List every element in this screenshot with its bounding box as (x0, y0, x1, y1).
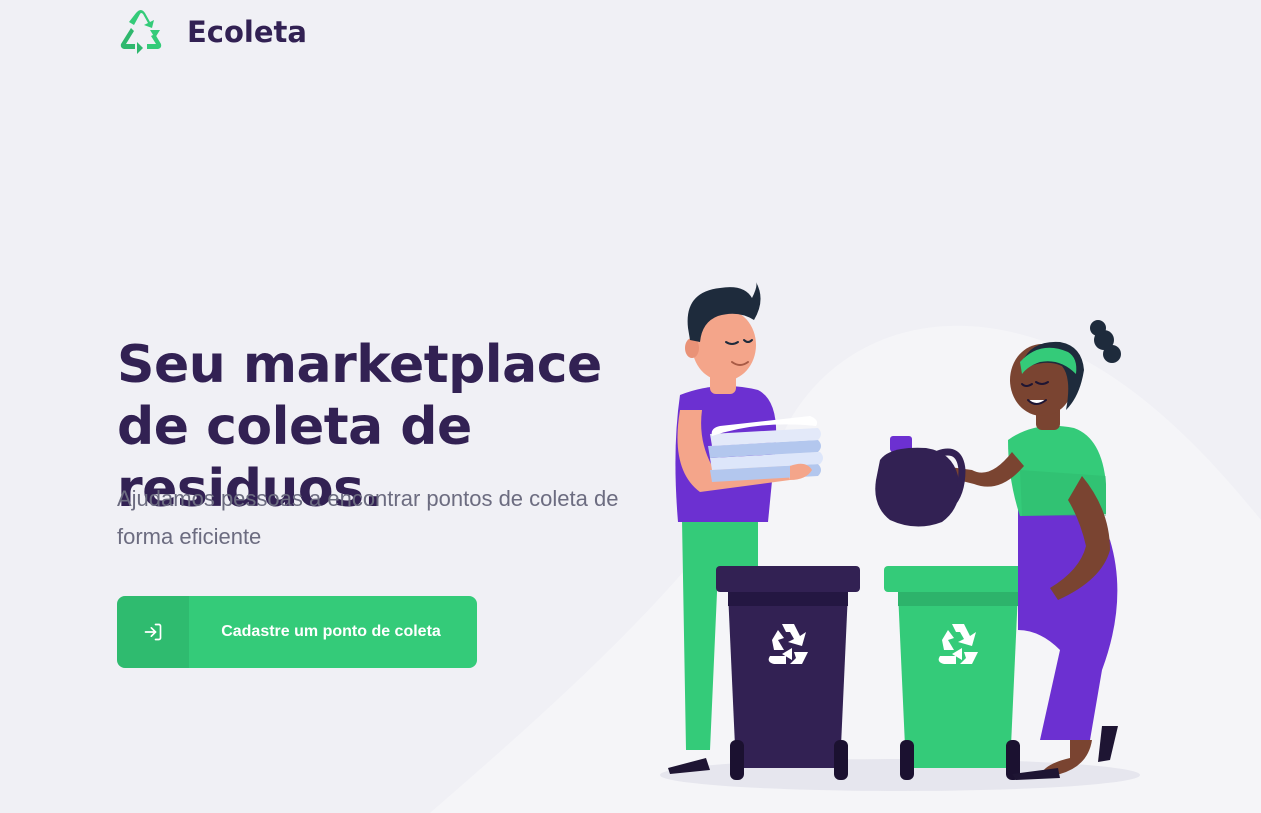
site-header: Ecoleta (117, 8, 307, 56)
register-collection-point-button[interactable]: Cadastre um ponto de coleta (117, 596, 477, 668)
cta-icon-container (117, 596, 189, 668)
landing-page: Ecoleta Seu marketplace de coleta de res… (0, 0, 1261, 813)
cta-label: Cadastre um ponto de coleta (221, 623, 441, 640)
log-in-icon (144, 623, 162, 641)
recycling-people-illustration (660, 282, 1140, 791)
brand-name: Ecoleta (187, 15, 307, 49)
hero-subtitle: Ajudamos pessoas a encontrar pontos de c… (117, 486, 619, 549)
recycle-icon (120, 10, 162, 54)
